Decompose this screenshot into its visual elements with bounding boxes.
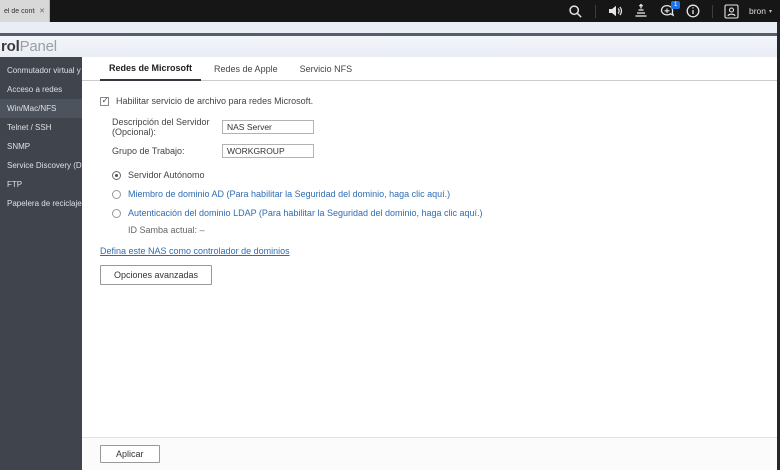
apply-button[interactable]: Aplicar <box>100 445 160 463</box>
tab-bar: Redes de Microsoft Redes de Apple Servic… <box>82 57 777 81</box>
microsoft-networking-form: Habilitar servicio de archivo para redes… <box>82 81 777 437</box>
taskbar-tab-label: el de control <box>4 7 35 15</box>
notification-badge: 1 <box>671 1 680 9</box>
server-description-input[interactable] <box>222 120 314 134</box>
enable-service-row: Habilitar servicio de archivo para redes… <box>100 95 777 106</box>
workgroup-label: Grupo de Trabajo: <box>112 146 185 156</box>
desktop-area: rolPanel Conmutador virtual y de .. Acce… <box>0 22 780 470</box>
samba-id-status: ID Samba actual: – <box>128 225 205 235</box>
ldap-domain-auth-row: Autenticación del dominio LDAP (Para hab… <box>112 208 777 218</box>
ad-domain-member-row: Miembro de dominio AD (Para habilitar la… <box>112 189 777 199</box>
ad-domain-member-label[interactable]: Miembro de dominio AD (Para habilitar la… <box>128 189 450 199</box>
sidebar-item-telnet-ssh[interactable]: Telnet / SSH <box>0 118 82 137</box>
standalone-server-label: Servidor Autónomo <box>128 170 205 180</box>
window-titlebar: rol Panel <box>0 36 777 57</box>
notifications-icon[interactable]: 1 <box>654 0 680 22</box>
sidebar-item-service-discovery[interactable]: Service Discovery (Desc.. <box>0 156 82 175</box>
sidebar-item-win-mac-nfs[interactable]: Win/Mac/NFS <box>0 99 82 118</box>
ldap-domain-auth-label[interactable]: Autenticación del dominio LDAP (Para hab… <box>128 208 483 218</box>
ad-domain-member-radio[interactable] <box>112 189 121 199</box>
username-label[interactable]: bron <box>749 6 766 16</box>
taskbar-tab-control-panel[interactable]: el de control ✕ <box>0 0 50 22</box>
sidebar-item-ftp[interactable]: FTP <box>0 175 82 194</box>
taskbar-right: 1 bron ▾ <box>563 0 780 22</box>
enable-service-label: Habilitar servicio de archivo para redes… <box>116 96 314 106</box>
ldap-domain-auth-radio[interactable] <box>112 208 121 218</box>
tab-redes-apple[interactable]: Redes de Apple <box>205 64 287 80</box>
enable-service-checkbox[interactable] <box>100 95 109 106</box>
taskbar-separator <box>711 4 713 18</box>
footer-bar: Aplicar <box>82 437 777 470</box>
standalone-server-row: Servidor Autónomo <box>112 170 777 180</box>
info-icon[interactable] <box>680 0 706 22</box>
sidebar-item-snmp[interactable]: SNMP <box>0 137 82 156</box>
background-tasks-icon[interactable] <box>628 0 654 22</box>
domain-controller-link[interactable]: Defina este NAS como controlador de domi… <box>100 246 290 256</box>
user-icon[interactable] <box>719 0 745 22</box>
workgroup-row: Grupo de Trabajo: <box>112 144 777 158</box>
sidebar-item-network-access[interactable]: Acceso a redes <box>0 80 82 99</box>
main-area: Conmutador virtual y de .. Acceso a rede… <box>0 57 777 470</box>
server-description-row: Descripción del Servidor (Opcional): <box>112 117 777 137</box>
search-icon[interactable] <box>563 0 589 22</box>
volume-icon[interactable] <box>602 0 628 22</box>
taskbar-separator <box>594 4 596 18</box>
advanced-options-button[interactable]: Opciones avanzadas <box>100 265 213 285</box>
desktop-background <box>0 22 777 33</box>
close-icon[interactable]: ✕ <box>39 7 45 15</box>
sidebar: Conmutador virtual y de .. Acceso a rede… <box>0 57 82 470</box>
page-title: rol <box>1 38 20 55</box>
sidebar-item-recycle-bin[interactable]: Papelera de reciclaje de r... <box>0 194 82 213</box>
standalone-server-radio[interactable] <box>112 170 121 180</box>
workgroup-input[interactable] <box>222 144 314 158</box>
chevron-down-icon[interactable]: ▾ <box>769 8 772 15</box>
sidebar-item-virtual-switch[interactable]: Conmutador virtual y de .. <box>0 61 82 80</box>
tab-redes-microsoft[interactable]: Redes de Microsoft <box>100 63 202 81</box>
domain-mode-radios: Servidor Autónomo Miembro de dominio AD … <box>112 170 777 218</box>
taskbar: el de control ✕ <box>0 0 780 22</box>
tab-servicio-nfs[interactable]: Servicio NFS <box>291 64 362 80</box>
content-panel: Redes de Microsoft Redes de Apple Servic… <box>82 57 777 470</box>
server-description-label: Descripción del Servidor (Opcional): <box>112 117 210 137</box>
page-title-suffix: Panel <box>19 38 58 55</box>
